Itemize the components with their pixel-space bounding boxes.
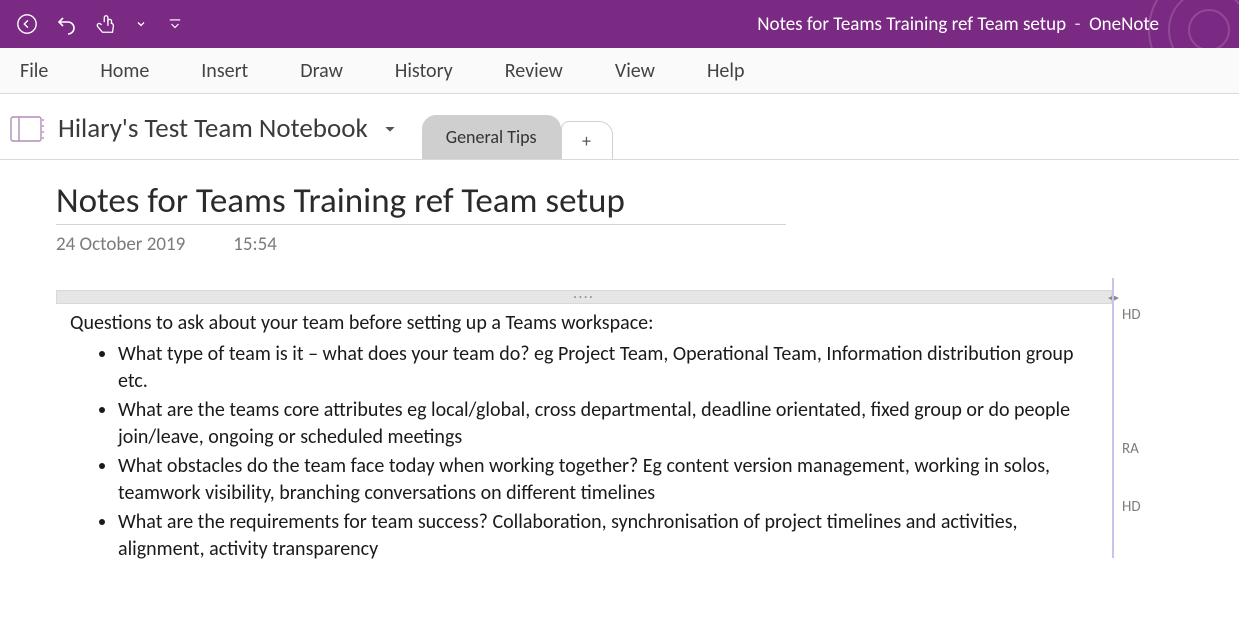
note-container-row: ···· ◂▸ Questions to ask about your team… [56, 290, 1199, 569]
document-title: Notes for Teams Training ref Team setup [757, 13, 1066, 36]
tab-view[interactable]: View [609, 51, 661, 91]
tab-home[interactable]: Home [94, 51, 155, 91]
author-edit-line [1112, 278, 1114, 558]
notebook-name: Hilary's Test Team Notebook [58, 112, 368, 145]
page-date[interactable]: 24 October 2019 [56, 233, 185, 256]
touch-mode-icon[interactable] [94, 11, 120, 37]
tab-review[interactable]: Review [499, 51, 569, 91]
list-item[interactable]: What are the requirements for team succe… [118, 509, 1102, 563]
container-drag-handle[interactable]: ···· ◂▸ [56, 290, 1112, 304]
note-body[interactable]: Questions to ask about your team before … [56, 304, 1112, 569]
list-item[interactable]: What are the teams core attributes eg lo… [118, 397, 1102, 451]
ribbon-tabs: File Home Insert Draw History Review Vie… [0, 48, 1239, 94]
notebook-icon [10, 116, 44, 142]
title-bar-decoration [1139, 0, 1239, 100]
tab-insert[interactable]: Insert [195, 51, 254, 91]
intro-line[interactable]: Questions to ask about your team before … [70, 310, 1102, 337]
section-tab-general-tips[interactable]: General Tips [422, 115, 561, 159]
note-container[interactable]: ···· ◂▸ Questions to ask about your team… [56, 290, 1112, 569]
page-title[interactable]: Notes for Teams Training ref Team setup [56, 180, 786, 225]
list-item[interactable]: What type of team is it – what does your… [118, 341, 1102, 395]
author-tag: HD [1122, 498, 1141, 516]
author-tag: RA [1122, 440, 1139, 458]
quick-access-toolbar [0, 11, 188, 37]
author-tag: HD [1122, 306, 1141, 324]
add-section-button[interactable]: + [561, 121, 613, 159]
title-separator: - [1070, 13, 1089, 36]
page-time[interactable]: 15:54 [233, 233, 277, 256]
notebook-selector[interactable]: Hilary's Test Team Notebook [10, 112, 398, 159]
undo-icon[interactable] [54, 11, 80, 37]
plus-icon: + [582, 130, 591, 152]
section-tabs: General Tips + [422, 94, 613, 159]
qat-customize-icon[interactable] [162, 11, 188, 37]
notebook-bar: Hilary's Test Team Notebook General Tips… [0, 94, 1239, 160]
page-meta: 24 October 2019 15:54 [56, 233, 1199, 256]
tab-draw[interactable]: Draw [294, 51, 349, 91]
page-canvas[interactable]: Notes for Teams Training ref Team setup … [0, 160, 1239, 569]
bullet-list[interactable]: What type of team is it – what does your… [70, 341, 1102, 563]
dropdown-caret-icon [382, 121, 398, 137]
chevron-down-icon[interactable] [134, 11, 148, 37]
tab-history[interactable]: History [389, 51, 459, 91]
tab-help[interactable]: Help [701, 51, 751, 91]
tab-file[interactable]: File [14, 51, 54, 91]
title-bar: Notes for Teams Training ref Team setup … [0, 0, 1239, 48]
list-item[interactable]: What obstacles do the team face today wh… [118, 453, 1102, 507]
back-icon[interactable] [14, 11, 40, 37]
drag-dots-icon: ···· [573, 290, 594, 305]
window-title: Notes for Teams Training ref Team setup … [757, 13, 1159, 36]
section-tab-label: General Tips [446, 126, 537, 148]
